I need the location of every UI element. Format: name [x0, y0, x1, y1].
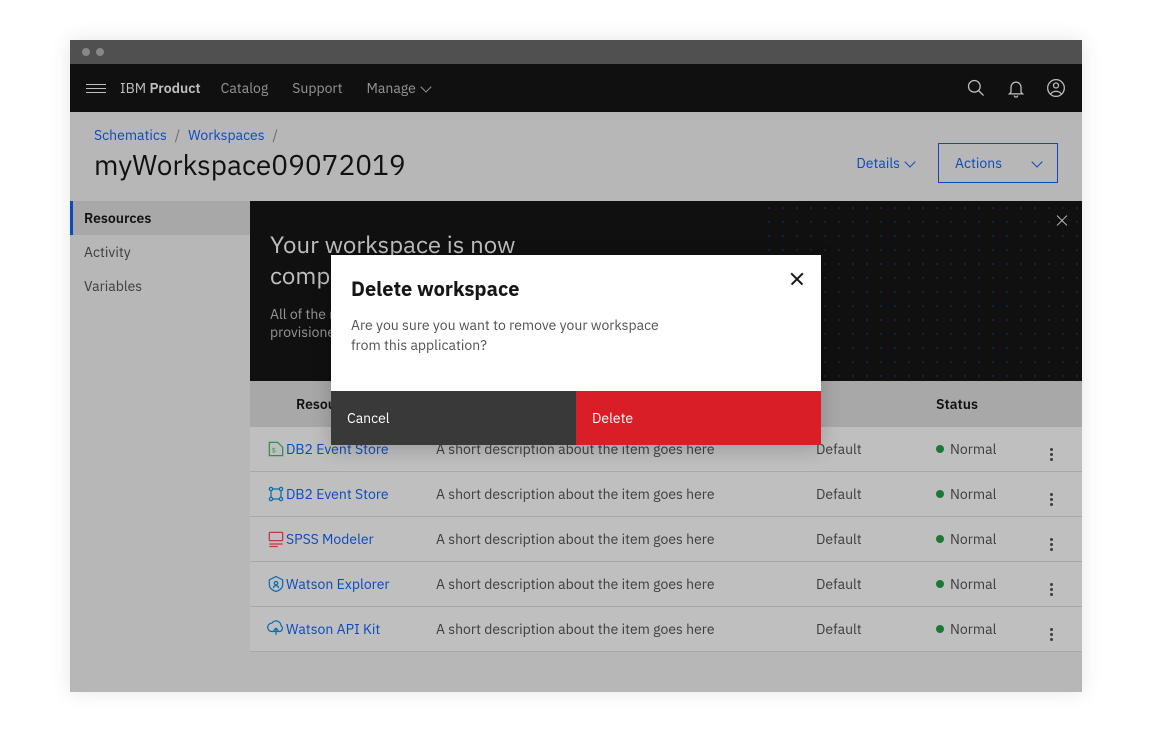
- delete-workspace-modal: Delete workspace Are you sure you want t…: [331, 255, 821, 445]
- modal-description: Are you sure you want to remove your wor…: [351, 316, 691, 355]
- window-dot: [82, 48, 90, 56]
- window-dot: [96, 48, 104, 56]
- app-frame: IBM Product Catalog Support Manage Schem…: [70, 40, 1082, 692]
- modal-title: Delete workspace: [351, 275, 801, 302]
- delete-button[interactable]: Delete: [576, 391, 821, 445]
- close-icon[interactable]: [789, 271, 805, 287]
- cancel-button[interactable]: Cancel: [331, 391, 576, 445]
- modal-actions: Cancel Delete: [331, 391, 821, 445]
- window-titlebar: [70, 40, 1082, 64]
